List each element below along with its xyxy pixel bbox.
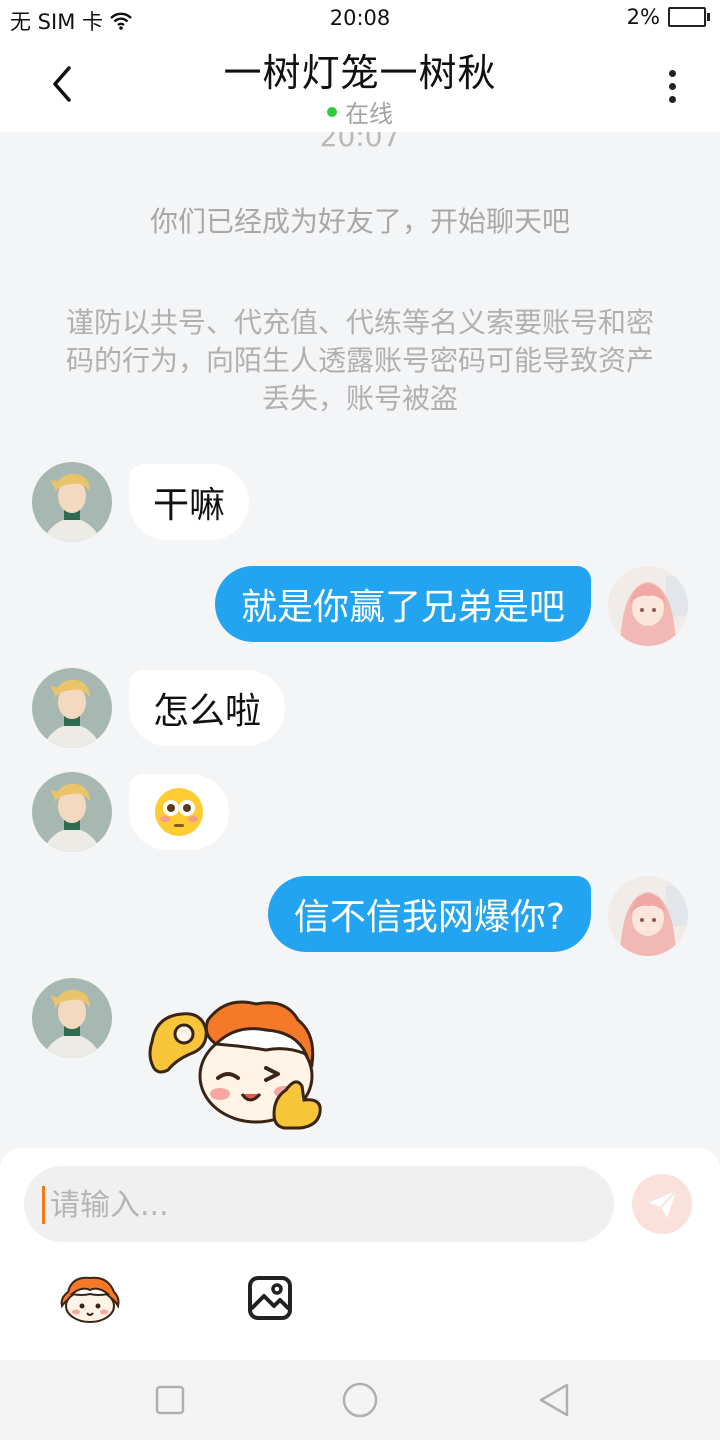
chat-header: 一树灯笼一树秋 在线 bbox=[0, 36, 720, 132]
friend-avatar[interactable] bbox=[32, 978, 112, 1058]
friend-avatar[interactable] bbox=[32, 772, 112, 852]
status-time: 20:08 bbox=[329, 6, 391, 30]
status-bar: 无 SIM 卡 20:08 2% bbox=[0, 0, 720, 36]
paper-plane-icon bbox=[648, 1190, 677, 1218]
my-avatar[interactable] bbox=[608, 566, 688, 646]
sticker-message[interactable] bbox=[146, 994, 326, 1134]
online-status: 在线 bbox=[0, 94, 720, 129]
my-avatar[interactable] bbox=[608, 876, 688, 956]
message-input-wrapper[interactable] bbox=[24, 1166, 614, 1244]
more-options-button[interactable] bbox=[652, 62, 692, 110]
square-icon bbox=[155, 1385, 185, 1415]
message-timestamp: 20:07 bbox=[319, 132, 401, 153]
incoming-message[interactable]: 干嘛 bbox=[129, 464, 250, 540]
battery-percent: 2% bbox=[626, 5, 660, 29]
security-warning: 谨防以共号、代充值、代练等名义索要账号和密码的行为，向陌生人透露账号密码可能导致… bbox=[65, 306, 654, 415]
home-button[interactable] bbox=[340, 1380, 380, 1420]
more-dot-icon bbox=[668, 95, 676, 103]
friend-avatar[interactable] bbox=[32, 462, 112, 542]
recents-button[interactable] bbox=[150, 1380, 190, 1420]
incoming-emoji-message[interactable] bbox=[129, 774, 229, 850]
contact-name: 一树灯笼一树秋 bbox=[223, 51, 497, 95]
battery-icon bbox=[668, 7, 710, 27]
orange-mascot-ok-thumbs-up-sticker-icon bbox=[148, 1000, 322, 1130]
chat-screen: 无 SIM 卡 20:08 2% 一树灯笼一树秋 在线 20:07 你们已经成为… bbox=[0, 0, 720, 1440]
message-input[interactable] bbox=[48, 1166, 592, 1244]
online-dot-icon bbox=[327, 107, 337, 117]
circle-icon bbox=[342, 1382, 378, 1418]
more-dot-icon bbox=[668, 69, 676, 77]
system-message: 你们已经成为好友了，开始聊天吧 bbox=[149, 205, 570, 238]
online-status-label: 在线 bbox=[345, 100, 393, 128]
sticker-button[interactable] bbox=[58, 1272, 122, 1324]
more-dot-icon bbox=[668, 82, 676, 90]
triangle-back-icon bbox=[539, 1383, 569, 1417]
outgoing-message[interactable]: 就是你赢了兄弟是吧 bbox=[214, 566, 591, 642]
flushed-face-emoji-icon bbox=[155, 788, 203, 836]
message-list[interactable]: 20:07 你们已经成为好友了，开始聊天吧 谨防以共号、代充值、代练等名义索要账… bbox=[0, 132, 720, 1147]
nav-back-button[interactable] bbox=[534, 1380, 574, 1420]
incoming-message[interactable]: 怎么啦 bbox=[129, 670, 286, 746]
system-nav-bar bbox=[0, 1360, 720, 1440]
text-caret bbox=[42, 1186, 45, 1224]
outgoing-message[interactable]: 信不信我网爆你? bbox=[267, 876, 591, 952]
composer-panel bbox=[0, 1148, 720, 1360]
status-right: 2% bbox=[626, 5, 710, 29]
friend-avatar[interactable] bbox=[32, 668, 112, 748]
image-button[interactable] bbox=[246, 1274, 294, 1322]
send-button[interactable] bbox=[632, 1174, 692, 1234]
orange-mascot-sticker-icon bbox=[60, 1276, 120, 1323]
image-icon bbox=[248, 1276, 292, 1320]
